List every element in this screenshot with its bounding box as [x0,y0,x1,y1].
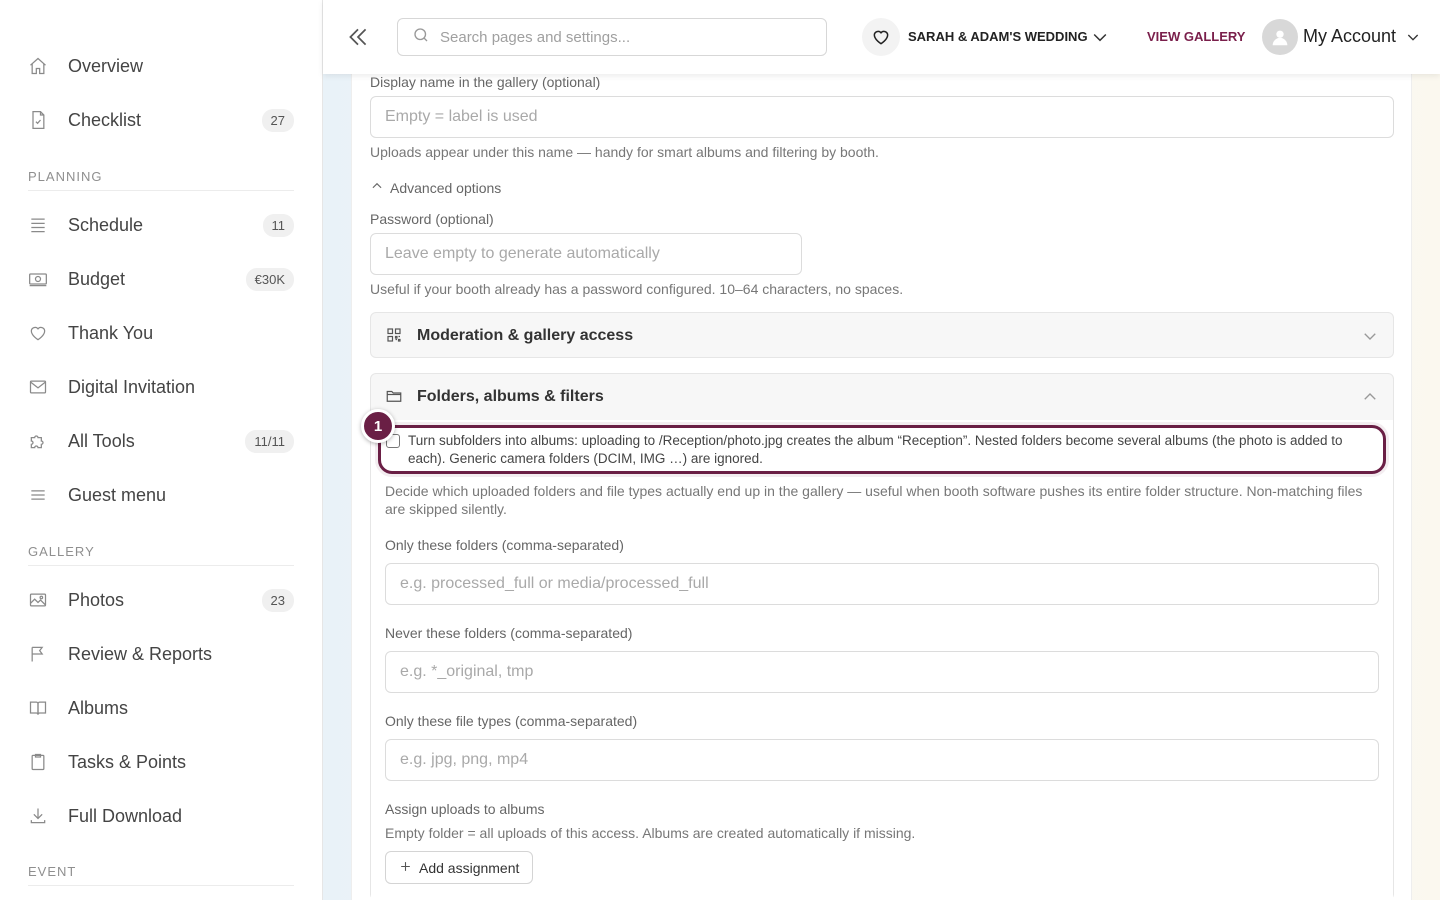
sidebar-item-label: Tasks & Points [68,751,187,772]
mail-icon [28,376,60,398]
password-help: Useful if your booth already has a passw… [370,281,904,297]
avatar[interactable] [1262,19,1298,55]
chevron-up-icon [370,179,390,196]
topbar: SARAH & ADAM'S WEDDING VIEW GALLERY My A… [323,0,1440,74]
folders-help: Decide which uploaded folders and file t… [385,483,1363,517]
moderation-accordion-header[interactable]: Moderation & gallery access [371,313,1393,359]
sidebar-item-budget[interactable]: Budget €30K [28,257,294,301]
sidebar-item-albums[interactable]: Albums [28,686,294,730]
sidebar-item-tasks-points[interactable]: Tasks & Points [28,740,294,784]
flag-icon [28,643,60,665]
sidebar-item-full-download[interactable]: Full Download [28,794,294,838]
never-folders-input[interactable] [400,663,1378,681]
search-box[interactable] [397,18,827,56]
sidebar-item-all-tools[interactable]: All Tools 11/11 [28,419,294,463]
never-folders-field[interactable] [385,651,1379,693]
sidebar: Overview Checklist 27 PLANNING Schedule … [0,0,323,900]
sidebar-item-label: Checklist [68,109,142,130]
sidebar-item-label: Guest menu [68,484,167,505]
never-folders-label: Never these folders (comma-separated) [385,625,633,641]
photo-icon [28,589,60,611]
schedule-icon [28,214,60,236]
sidebar-item-label: Budget [68,268,126,289]
sidebar-item-label: Photos [68,589,125,610]
add-assignment-label: Add assignment [419,859,520,876]
only-folders-label: Only these folders (comma-separated) [385,537,624,553]
folder-icon [385,387,405,407]
book-icon [28,697,60,719]
sidebar-item-digital-invitation[interactable]: Digital Invitation [28,365,294,409]
advanced-options-toggle[interactable]: Advanced options [370,179,501,196]
section-title-gallery: GALLERY [28,544,294,566]
chevron-up-icon [1361,388,1379,406]
download-icon [28,805,60,827]
sidebar-item-label: Review & Reports [68,643,213,664]
file-types-input[interactable] [400,751,1378,769]
plus-icon [399,860,419,876]
folders-accordion-header[interactable]: Folders, albums & filters [371,374,1393,420]
display-name-label: Display name in the gallery (optional) [370,74,601,90]
qr-code-icon [385,326,405,346]
subfolders-checkbox-label[interactable]: Turn subfolders into albums: uploading t… [408,432,1368,468]
sidebar-item-overview[interactable]: Overview [28,44,294,88]
sidebar-item-label: Overview [68,55,144,76]
display-name-field[interactable] [370,96,1394,138]
amount-badge: €30K [245,267,294,291]
count-badge: 27 [261,108,294,132]
heart-icon [28,322,60,344]
collapse-sidebar-icon[interactable] [345,24,371,50]
password-label: Password (optional) [370,211,494,227]
search-icon [412,26,430,49]
event-selector[interactable]: SARAH & ADAM'S WEDDING [908,29,1088,44]
sidebar-item-label: Schedule [68,214,144,235]
advanced-options-label: Advanced options [390,179,502,196]
assign-label: Assign uploads to albums [385,801,545,817]
clipboard-icon [28,751,60,773]
home-icon [28,55,60,77]
puzzle-icon [28,430,60,452]
sidebar-item-schedule[interactable]: Schedule 11 [28,203,294,247]
file-types-label: Only these file types (comma-separated) [385,713,638,729]
step-badge: 1 [361,409,395,443]
account-menu[interactable]: My Account [1303,26,1396,47]
moderation-title: Moderation & gallery access [417,327,634,344]
sidebar-item-label: Full Download [68,805,183,826]
moderation-accordion: Moderation & gallery access [370,312,1394,358]
checklist-icon [28,109,60,131]
folders-title: Folders, albums & filters [417,388,604,405]
sidebar-item-label: Albums [68,697,129,718]
only-folders-input[interactable] [400,575,1378,593]
sidebar-item-review-reports[interactable]: Review & Reports [28,632,294,676]
sidebar-item-label: Thank You [68,322,154,343]
sidebar-item-checklist[interactable]: Checklist 27 [28,98,294,142]
sidebar-item-photos[interactable]: Photos 23 [28,578,294,622]
view-gallery-link[interactable]: VIEW GALLERY [1147,29,1245,44]
sidebar-item-guest-menu[interactable]: Guest menu [28,473,294,517]
display-name-help: Uploads appear under this name — handy f… [370,144,879,160]
display-name-input[interactable] [385,108,1393,126]
chevron-down-icon [1361,327,1379,345]
budget-icon [28,268,60,290]
count-badge: 11/11 [245,429,294,453]
count-badge: 11 [262,213,294,237]
add-assignment-button[interactable]: Add assignment [385,851,534,884]
file-types-field[interactable] [385,739,1379,781]
password-field[interactable] [370,233,802,275]
only-folders-field[interactable] [385,563,1379,605]
sidebar-item-thank-you[interactable]: Thank You [28,311,294,355]
event-heart-icon [862,18,900,56]
section-title-planning: PLANNING [28,169,294,191]
sidebar-item-label: All Tools [68,430,135,451]
assign-help: Empty folder = all uploads of this acces… [385,825,916,841]
password-input[interactable] [385,245,801,263]
sidebar-item-label: Digital Invitation [68,376,196,397]
section-title-event: EVENT [28,864,294,886]
menu-icon [28,484,60,506]
search-input[interactable] [440,28,810,46]
chevron-down-icon[interactable] [1405,29,1421,45]
chevron-down-icon[interactable] [1090,27,1110,47]
count-badge: 23 [261,588,294,612]
